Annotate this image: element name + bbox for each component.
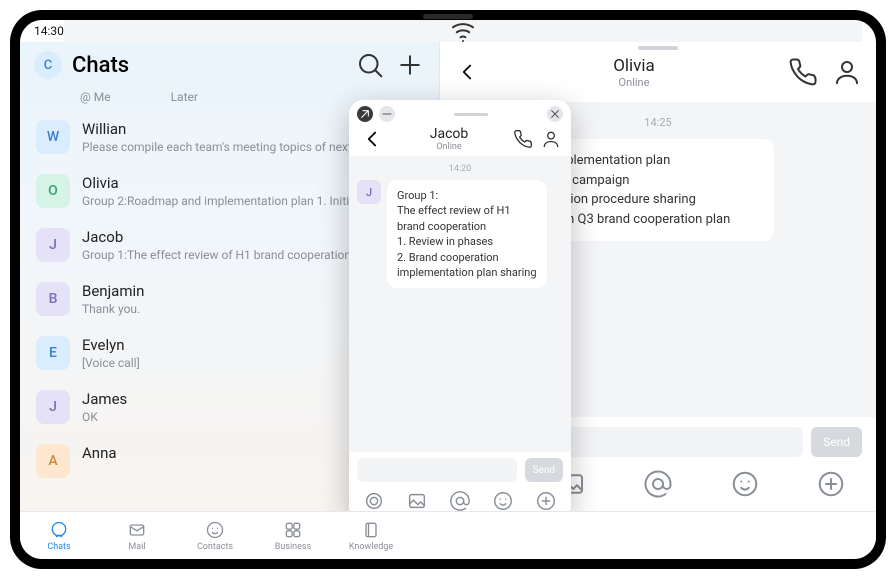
status-bar: 14:30 <box>20 20 876 42</box>
float-mention-icon[interactable] <box>449 490 471 511</box>
new-chat-button[interactable] <box>395 50 425 80</box>
emoji-icon[interactable] <box>730 469 760 499</box>
nav-business-label: Business <box>275 542 311 552</box>
page-title: Chats <box>72 53 345 78</box>
float-add-icon[interactable] <box>535 490 557 511</box>
bottom-nav: Chats Mail Contacts Business Knowledge <box>20 511 876 559</box>
nav-contacts[interactable]: Contacts <box>176 520 254 552</box>
floating-chat-window[interactable]: Jacob Online 14:20 J Group 1: The effect… <box>349 100 571 511</box>
float-composer: Send <box>349 452 571 511</box>
add-icon[interactable] <box>816 469 846 499</box>
float-message-row: J Group 1: The effect review of H1 brand… <box>357 180 563 288</box>
float-header: Jacob Online <box>349 124 571 156</box>
tablet-frame: 14:30 C Chats @ Me Later WW <box>10 10 886 569</box>
float-message-bubble: Group 1: The effect review of H1 brand c… <box>387 180 547 288</box>
float-send-button[interactable]: Send <box>525 458 563 482</box>
device-camera <box>423 14 473 19</box>
clock: 14:30 <box>34 24 64 38</box>
float-toolbar <box>357 488 563 511</box>
float-timestamp: 14:20 <box>357 164 563 174</box>
nav-mail-label: Mail <box>128 542 145 552</box>
chat-avatar: B <box>36 282 70 316</box>
back-button[interactable] <box>454 59 480 85</box>
chat-avatar: J <box>36 228 70 262</box>
float-image-icon[interactable] <box>406 490 428 511</box>
float-back-button[interactable] <box>359 126 385 152</box>
float-drag-handle[interactable] <box>454 113 488 116</box>
float-voice-icon[interactable] <box>363 490 385 511</box>
contact-status: Online <box>480 76 788 89</box>
float-contact-name: Jacob <box>385 126 513 142</box>
chat-avatar: J <box>36 390 70 424</box>
profile-button[interactable] <box>832 57 862 87</box>
search-button[interactable] <box>355 50 385 80</box>
nav-knowledge[interactable]: Knowledge <box>332 520 410 552</box>
nav-chats-label: Chats <box>47 542 70 552</box>
content: C Chats @ Me Later WWillianPlease compil… <box>20 42 876 511</box>
float-message-input[interactable] <box>357 458 517 482</box>
nav-knowledge-label: Knowledge <box>349 542 393 552</box>
subtab-later[interactable]: Later <box>171 90 198 104</box>
minimize-window-button[interactable] <box>379 106 395 122</box>
nav-contacts-label: Contacts <box>197 542 233 552</box>
float-call-button[interactable] <box>513 129 533 149</box>
float-profile-button[interactable] <box>541 129 561 149</box>
conversation-header: Olivia Online <box>440 42 876 102</box>
close-window-button[interactable] <box>547 106 563 122</box>
chat-avatar: E <box>36 336 70 370</box>
contact-name: Olivia <box>480 56 788 76</box>
drag-handle[interactable] <box>638 46 678 50</box>
chat-avatar: A <box>36 444 70 478</box>
chat-avatar: O <box>36 174 70 208</box>
subtab-at-me[interactable]: @ Me <box>80 90 111 104</box>
call-button[interactable] <box>788 57 818 87</box>
send-button[interactable]: Send <box>811 427 862 457</box>
left-header: C Chats <box>20 42 439 86</box>
float-body: 14:20 J Group 1: The effect review of H1… <box>349 156 571 452</box>
nav-mail[interactable]: Mail <box>98 520 176 552</box>
nav-business[interactable]: Business <box>254 520 332 552</box>
float-contact-status: Online <box>385 142 513 152</box>
mention-icon[interactable] <box>643 469 673 499</box>
nav-chats[interactable]: Chats <box>20 520 98 552</box>
expand-window-button[interactable] <box>357 106 373 122</box>
screen: 14:30 C Chats @ Me Later WW <box>20 20 876 559</box>
float-sender-avatar[interactable]: J <box>357 180 381 204</box>
float-emoji-icon[interactable] <box>492 490 514 511</box>
my-avatar[interactable]: C <box>34 51 62 79</box>
float-window-controls <box>349 100 571 124</box>
chat-avatar: W <box>36 120 70 154</box>
